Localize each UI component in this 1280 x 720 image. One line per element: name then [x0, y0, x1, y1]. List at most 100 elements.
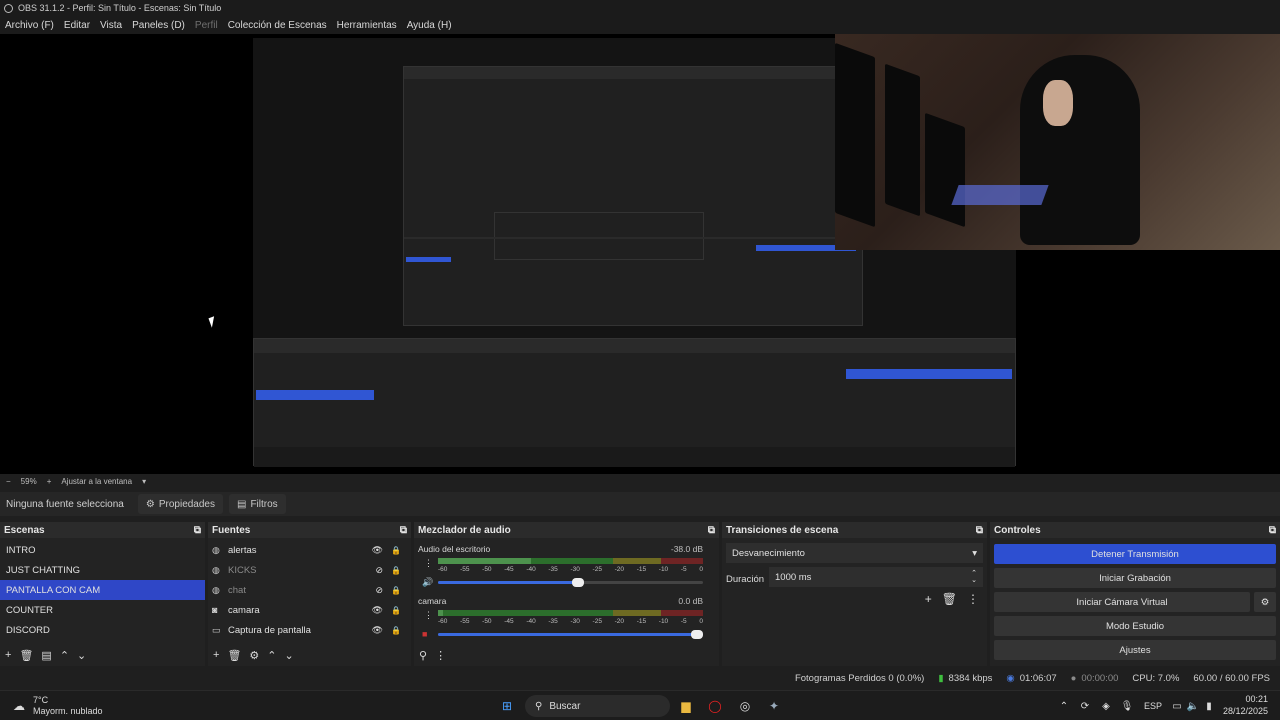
sync-icon[interactable]: ⟳: [1076, 697, 1094, 715]
dock-undock-icon[interactable]: ⧉: [400, 525, 407, 536]
menu-ayuda[interactable]: Ayuda (H): [407, 20, 452, 31]
menu-perfil[interactable]: Perfil: [195, 20, 218, 31]
windows-start-icon[interactable]: ⊞: [498, 697, 516, 715]
dock-undock-icon[interactable]: ⧉: [1269, 525, 1276, 536]
lock-icon[interactable]: 🔒: [391, 626, 401, 635]
properties-button[interactable]: ⚙ Propiedades: [137, 494, 223, 514]
volume-slider[interactable]: [438, 578, 703, 587]
no-source-label: Ninguna fuente selecciona: [6, 498, 124, 510]
link-icon[interactable]: ⚲: [419, 649, 427, 662]
preview-canvas[interactable]: [0, 34, 1280, 474]
search-icon: ⚲: [535, 700, 543, 712]
duration-input[interactable]: 1000 ms ⌃ ⌄: [769, 567, 983, 587]
source-item[interactable]: ◍ KICKS ⊘ 🔒: [208, 560, 411, 580]
language-indicator[interactable]: ESP: [1144, 701, 1162, 711]
eye-hidden-icon[interactable]: ⊘: [375, 585, 383, 596]
add-icon[interactable]: +: [925, 592, 932, 606]
steam-icon[interactable]: ✦: [765, 697, 783, 715]
lock-icon[interactable]: 🔒: [391, 586, 401, 595]
gear-icon[interactable]: ⚙: [249, 649, 259, 662]
volume-slider[interactable]: [438, 630, 703, 639]
stream-icon: ◉: [1006, 672, 1015, 684]
scene-item[interactable]: INTRO: [0, 540, 205, 560]
scale-tick: -60: [438, 618, 448, 625]
menu-coleccion[interactable]: Colección de Escenas: [228, 20, 327, 31]
more-icon[interactable]: ⋮: [424, 610, 433, 621]
spinner-icon[interactable]: ⌃ ⌄: [971, 570, 977, 584]
battery-icon[interactable]: ▮: [1200, 697, 1218, 715]
taskbar-search[interactable]: ⚲ Buscar: [525, 695, 670, 717]
add-icon[interactable]: +: [5, 649, 11, 661]
file-explorer-icon[interactable]: ▆: [677, 697, 695, 715]
chevron-up-icon[interactable]: ⌃: [1055, 697, 1073, 715]
chevron-down-icon[interactable]: ⌄: [77, 649, 86, 662]
eye-icon[interactable]: 👁: [372, 625, 383, 636]
scene-item[interactable]: PANTALLA CON CAM: [0, 580, 205, 600]
tray-app-icon[interactable]: ◈: [1097, 697, 1115, 715]
more-icon[interactable]: ⋮: [967, 592, 979, 606]
zoom-out-button[interactable]: −: [6, 477, 11, 486]
slider-knob[interactable]: [691, 630, 703, 639]
level-meter: [438, 610, 703, 616]
sources-header: Fuentes ⧉: [208, 522, 411, 538]
dock-undock-icon[interactable]: ⧉: [194, 525, 201, 536]
menu-archivo[interactable]: Archivo (F): [5, 20, 54, 31]
stop-stream-button[interactable]: Detener Transmisión: [994, 544, 1276, 564]
obs-icon[interactable]: ◎: [736, 697, 754, 715]
transition-select[interactable]: Desvanecimiento ▾: [726, 543, 983, 563]
scenes-list: INTRO JUST CHATTING PANTALLA CON CAM COUNTE…: [0, 540, 205, 644]
chevron-up-icon[interactable]: ⌃: [60, 649, 69, 662]
chevron-up-icon[interactable]: ⌃: [267, 649, 276, 662]
menu-paneles[interactable]: Paneles (D): [132, 20, 185, 31]
studio-mode-button[interactable]: Modo Estudio: [994, 616, 1276, 636]
chevron-down-icon[interactable]: ⌄: [285, 649, 294, 662]
chevron-down-icon[interactable]: ▾: [142, 477, 146, 486]
channel-db: 0.0 dB: [678, 596, 703, 606]
settings-button[interactable]: Ajustes: [994, 640, 1276, 660]
eye-icon[interactable]: 👁: [372, 545, 383, 556]
filters-button[interactable]: ▤ Filtros: [229, 494, 286, 514]
slider-knob[interactable]: [571, 578, 584, 587]
trash-icon[interactable]: 🗑: [227, 649, 241, 662]
signal-icon: ▮: [938, 672, 944, 684]
filter-icon[interactable]: ▤: [41, 649, 51, 662]
start-virtual-camera-button[interactable]: Iniciar Cámara Virtual: [994, 592, 1250, 612]
clock-time[interactable]: 00:21: [1245, 694, 1268, 704]
eye-icon[interactable]: 👁: [372, 605, 383, 616]
trash-icon[interactable]: 🗑: [19, 649, 33, 662]
zoom-in-button[interactable]: +: [47, 477, 52, 486]
dock-undock-icon[interactable]: ⧉: [976, 525, 983, 536]
scenes-title: Escenas: [4, 524, 45, 536]
vcam-row: Iniciar Cámara Virtual ⚙: [994, 588, 1280, 612]
gear-icon[interactable]: ⚙: [1254, 592, 1276, 612]
source-item[interactable]: ◙ camara 👁 🔒: [208, 600, 411, 620]
menu-vista[interactable]: Vista: [100, 20, 122, 31]
more-icon[interactable]: ⋮: [424, 558, 433, 569]
obs-logo-icon: [4, 3, 13, 13]
source-item[interactable]: ◍ alertas 👁 🔒: [208, 540, 411, 560]
dock-undock-icon[interactable]: ⧉: [708, 525, 715, 536]
scene-item[interactable]: DISCORD: [0, 620, 205, 640]
lock-icon[interactable]: 🔒: [391, 546, 401, 555]
source-item[interactable]: ▭ Captura de pantalla 👁 🔒: [208, 620, 411, 640]
volume-icon[interactable]: 🔊: [422, 577, 433, 588]
scene-item[interactable]: JUST CHATTING: [0, 560, 205, 580]
more-icon[interactable]: ⋮: [435, 649, 446, 662]
menu-editar[interactable]: Editar: [64, 20, 90, 31]
trash-icon[interactable]: 🗑: [942, 592, 957, 606]
source-item[interactable]: ◍ chat ⊘ 🔒: [208, 580, 411, 600]
microphone-icon[interactable]: 🎙: [1118, 697, 1136, 715]
dropped-frames: Fotogramas Perdidos 0 (0.0%): [794, 672, 925, 684]
clock-date[interactable]: 28/12/2025: [1223, 706, 1268, 716]
mute-icon[interactable]: ■: [422, 629, 427, 639]
eye-hidden-icon[interactable]: ⊘: [375, 565, 383, 576]
scene-item[interactable]: COUNTER: [0, 600, 205, 620]
add-icon[interactable]: +: [213, 649, 219, 661]
start-record-button[interactable]: Iniciar Grabación: [994, 568, 1276, 588]
opera-icon[interactable]: ◯: [706, 697, 724, 715]
lock-icon[interactable]: 🔒: [391, 606, 401, 615]
menu-herramientas[interactable]: Herramientas: [337, 20, 397, 31]
fit-window-dropdown[interactable]: Ajustar a la ventana: [61, 477, 132, 486]
weather-icon[interactable]: ☁: [10, 697, 28, 715]
lock-icon[interactable]: 🔒: [391, 566, 401, 575]
